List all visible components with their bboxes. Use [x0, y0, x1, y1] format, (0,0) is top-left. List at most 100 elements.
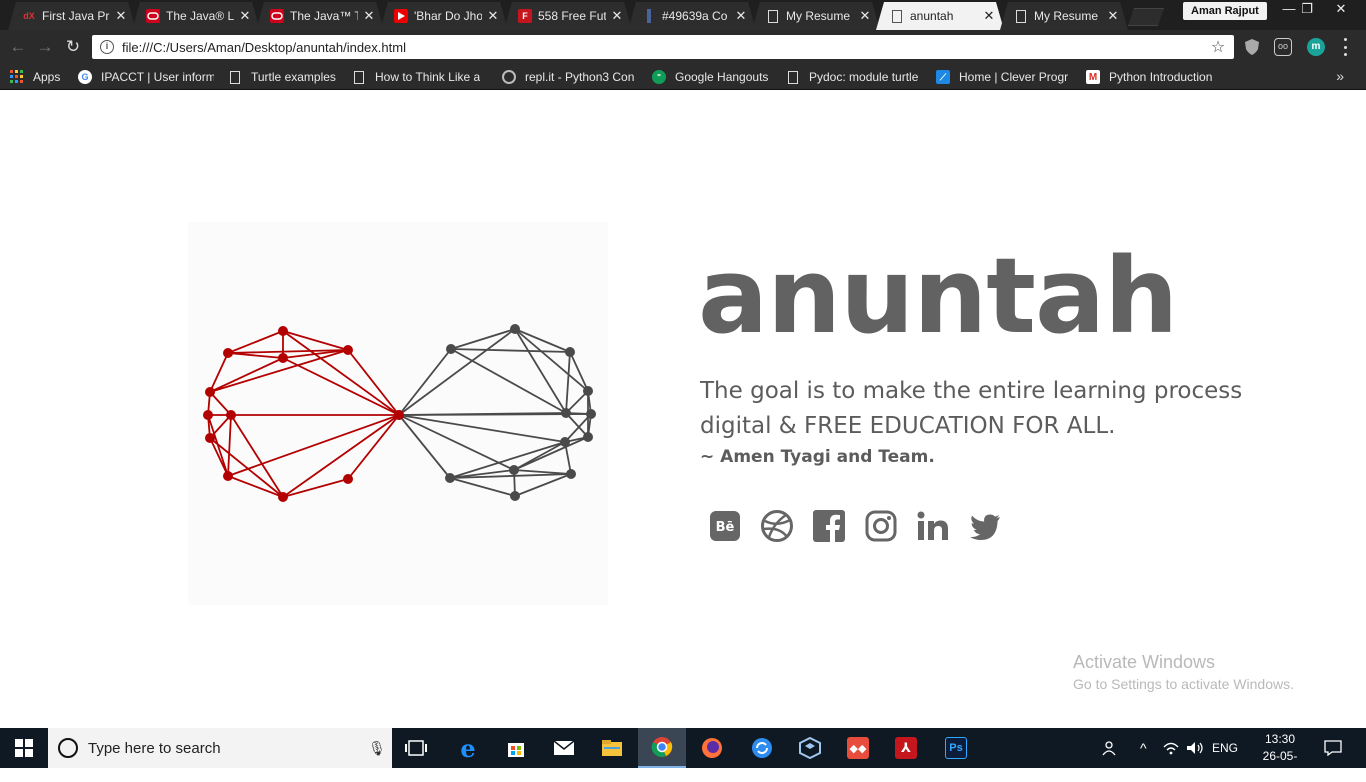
- browser-tab[interactable]: F 558 Free Fut ✕: [504, 2, 632, 30]
- store-icon[interactable]: [492, 728, 540, 768]
- document-icon: [786, 70, 800, 84]
- close-tab-icon[interactable]: ✕: [486, 8, 500, 24]
- browser-tab[interactable]: #49639a Co ✕: [628, 2, 756, 30]
- infinity-network-logo: [188, 222, 608, 605]
- activate-windows-watermark: Activate Windows Go to Settings to activ…: [1073, 652, 1294, 692]
- profile-button[interactable]: Aman Rajput: [1183, 2, 1267, 20]
- logo-gray-node: [560, 437, 570, 447]
- browser-tab[interactable]: My Resume ✕: [752, 2, 880, 30]
- url-text[interactable]: file:///C:/Users/Aman/Desktop/anuntah/in…: [122, 40, 1208, 55]
- info-icon[interactable]: i: [100, 40, 114, 54]
- bookmark-pydoc[interactable]: Pydoc: module turtle: [786, 68, 922, 86]
- mail-icon[interactable]: [540, 728, 588, 768]
- back-arrow-icon[interactable]: ←: [7, 36, 29, 58]
- document-icon: [352, 70, 366, 84]
- wifi-icon[interactable]: [1163, 728, 1179, 768]
- taskbar-search[interactable]: Type here to search 🎙︎: [48, 728, 392, 768]
- behance-icon[interactable]: Bē: [708, 509, 742, 543]
- show-hidden-icons[interactable]: ^: [1140, 728, 1147, 768]
- close-window-icon[interactable]: ✕: [1324, 0, 1358, 20]
- language-indicator[interactable]: ENG: [1212, 728, 1238, 768]
- close-tab-icon[interactable]: ✕: [362, 8, 376, 24]
- logo-red-edge: [282, 478, 349, 498]
- logo-gray-node: [586, 409, 596, 419]
- logo-red-node: [343, 474, 353, 484]
- logo-gray-node: [561, 408, 571, 418]
- anydesk-icon[interactable]: ◆◆: [834, 728, 882, 768]
- logo-red-node: [278, 353, 288, 363]
- photoshop-icon[interactable]: Ps: [932, 728, 980, 768]
- logo-red-edge: [227, 414, 400, 477]
- logo-red-node: [343, 345, 353, 355]
- firefox-icon[interactable]: [688, 728, 736, 768]
- system-clock[interactable]: 13:30 26-05-2018: [1250, 731, 1310, 782]
- facebook-icon[interactable]: [812, 509, 846, 543]
- bookmark-star-icon[interactable]: ☆: [1208, 37, 1228, 57]
- bookmark-turtle-examples[interactable]: Turtle examples: [228, 68, 346, 86]
- close-tab-icon[interactable]: ✕: [734, 8, 748, 24]
- file-explorer-icon[interactable]: [588, 728, 636, 768]
- logo-gray-edge: [569, 351, 589, 392]
- twitter-icon[interactable]: [968, 509, 1002, 543]
- logo-red-node: [278, 326, 288, 336]
- browser-tab[interactable]: The Java® L ✕: [132, 2, 260, 30]
- bookmark-python-intro[interactable]: M Python Introduction: [1086, 68, 1222, 86]
- logo-gray-node: [509, 465, 519, 475]
- close-tab-icon[interactable]: ✕: [1106, 8, 1120, 24]
- browser-tab-active[interactable]: anuntah ✕: [876, 2, 1004, 30]
- acrobat-icon[interactable]: ⅄: [882, 728, 930, 768]
- document-icon: [766, 9, 780, 23]
- bookmark-apps[interactable]: Apps: [10, 68, 70, 86]
- logo-red-edge: [207, 414, 229, 477]
- address-bar[interactable]: i file:///C:/Users/Aman/Desktop/anuntah/…: [92, 35, 1234, 59]
- bookmarks-bar: Apps G IPACCT | User inform Turtle examp…: [0, 64, 1366, 90]
- logo-gray-edge: [514, 473, 572, 497]
- logo-gray-node: [510, 324, 520, 334]
- close-tab-icon[interactable]: ✕: [982, 8, 996, 24]
- shield-extension-icon[interactable]: [1243, 38, 1261, 56]
- browser-tab[interactable]: My Resume ✕: [1000, 2, 1128, 30]
- browser-tab[interactable]: The Java™ T ✕: [256, 2, 384, 30]
- close-tab-icon[interactable]: ✕: [114, 8, 128, 24]
- logo-gray-node: [583, 432, 593, 442]
- logo-red-node: [223, 348, 233, 358]
- logo-red-edge: [282, 330, 349, 351]
- action-center-icon[interactable]: [1324, 728, 1342, 768]
- close-tab-icon[interactable]: ✕: [238, 8, 252, 24]
- m-extension-icon[interactable]: m: [1307, 38, 1325, 56]
- reload-icon[interactable]: ↻: [62, 36, 84, 58]
- dribbble-icon[interactable]: [760, 509, 794, 543]
- sync-app-icon[interactable]: [738, 728, 786, 768]
- people-icon[interactable]: [1102, 728, 1120, 768]
- social-links: Bē: [708, 509, 1002, 543]
- edx-icon: dX: [23, 11, 35, 21]
- close-tab-icon[interactable]: ✕: [610, 8, 624, 24]
- logo-red-edge: [282, 414, 400, 498]
- linkedin-icon[interactable]: [916, 509, 950, 543]
- restore-icon[interactable]: ❐: [1290, 0, 1324, 20]
- forward-arrow-icon[interactable]: →: [34, 36, 56, 58]
- browser-tab[interactable]: dX First Java Pr ✕: [8, 2, 136, 30]
- bookmark-clever-programmer[interactable]: ⟋ Home | Clever Progr: [936, 68, 1072, 86]
- new-tab-button[interactable]: [1128, 8, 1164, 26]
- extension-icon[interactable]: oo: [1274, 38, 1292, 56]
- virtualbox-icon[interactable]: [786, 728, 834, 768]
- edge-icon[interactable]: e: [444, 728, 492, 768]
- close-tab-icon[interactable]: ✕: [858, 8, 872, 24]
- microphone-icon[interactable]: 🎙︎: [362, 740, 392, 757]
- volume-icon[interactable]: [1186, 728, 1204, 768]
- task-view-icon[interactable]: [392, 728, 440, 768]
- bookmark-hangouts[interactable]: " Google Hangouts: [652, 68, 778, 86]
- chrome-taskbar-icon[interactable]: [638, 728, 686, 768]
- bookmark-replit[interactable]: repl.it - Python3 Con: [502, 68, 638, 86]
- bookmark-ipacct[interactable]: G IPACCT | User inform: [78, 68, 214, 86]
- chrome-menu-icon[interactable]: [1340, 38, 1350, 56]
- logo-red-edge: [209, 437, 284, 498]
- bookmark-think-like[interactable]: How to Think Like a: [352, 68, 486, 86]
- browser-tab[interactable]: 'Bhar Do Jho ✕: [380, 2, 508, 30]
- logo-red-edge: [209, 352, 229, 393]
- instagram-icon[interactable]: [864, 509, 898, 543]
- color-icon: [642, 9, 656, 23]
- more-bookmarks-icon[interactable]: »: [1336, 68, 1344, 84]
- windows-start-icon[interactable]: [0, 728, 48, 768]
